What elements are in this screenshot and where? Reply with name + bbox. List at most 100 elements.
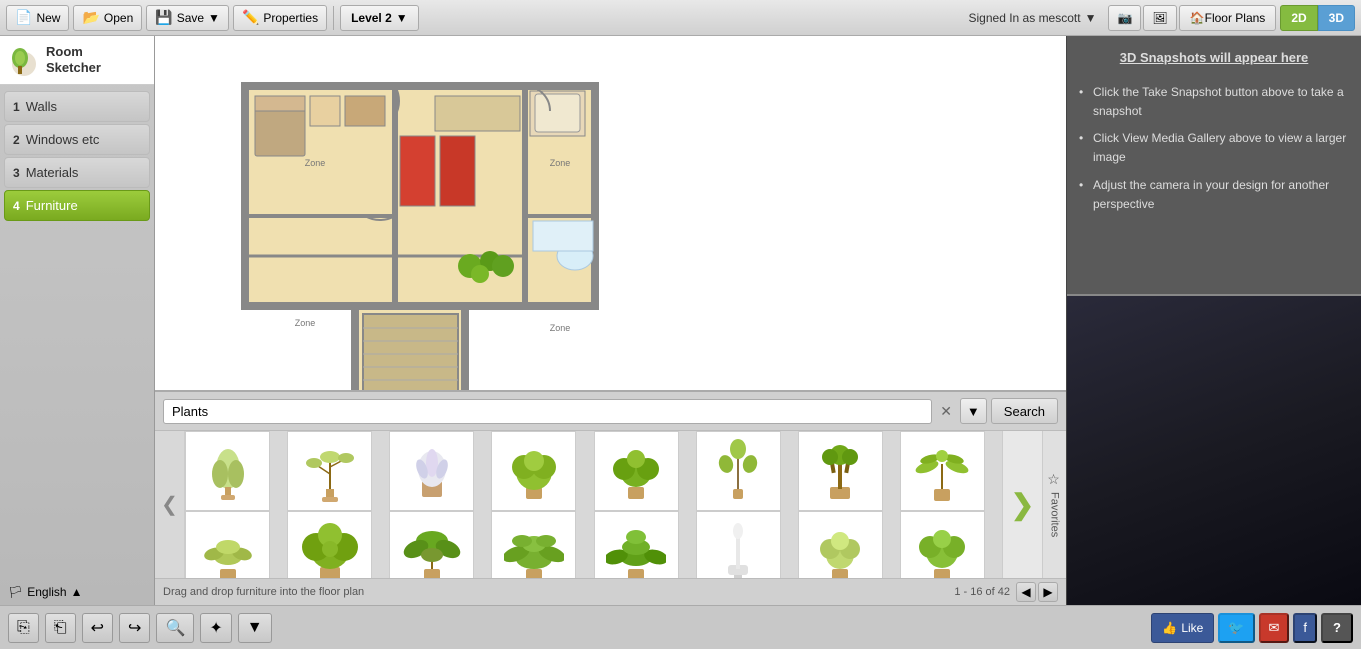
gallery-icon: 🖼: [1152, 11, 1167, 25]
plant-item-13[interactable]: [594, 511, 679, 578]
favorites-label: Favorites: [1049, 492, 1061, 537]
browser-footer: Drag and drop furniture into the floor p…: [155, 578, 1066, 605]
paste-button[interactable]: ⎗: [45, 613, 76, 643]
grid-button[interactable]: ✦: [200, 613, 231, 643]
view-2d-button[interactable]: 2D: [1280, 5, 1317, 31]
search-btn-label: Search: [1004, 404, 1045, 419]
plant-item-1[interactable]: [185, 431, 270, 511]
furniture-browser: ✕ ▼ Search ❮: [155, 390, 1066, 605]
redo-button[interactable]: ↪: [119, 613, 150, 643]
help-button[interactable]: ?: [1321, 613, 1353, 643]
signed-in-area: Signed In as mescott ▼: [969, 11, 1097, 25]
plant-item-11[interactable]: [389, 511, 474, 578]
plant-item-4[interactable]: [491, 431, 576, 511]
more-button[interactable]: ▼: [238, 613, 272, 643]
view-3d-button[interactable]: 3D: [1318, 5, 1355, 31]
main-content: Room Sketcher 1 Walls 2 Windows etc 3 Ma…: [0, 36, 1361, 605]
thumbsup-icon: 👍: [1162, 621, 1177, 635]
plant-item-3[interactable]: [389, 431, 474, 511]
snapshot-instructions: Click the Take Snapshot button above to …: [1079, 79, 1349, 218]
snapshot-instruction-1: Click the Take Snapshot button above to …: [1079, 79, 1349, 125]
canvas-area[interactable]: Zone Zone Zone Zone Zone Zone Zone: [155, 36, 1066, 605]
take-snapshot-button[interactable]: 📷: [1108, 5, 1141, 31]
snapshot-title: 3D Snapshots will appear here: [1079, 48, 1349, 69]
search-input[interactable]: [163, 399, 932, 424]
like-button[interactable]: 👍 Like: [1151, 613, 1214, 643]
sidebar-item-walls[interactable]: 1 Walls: [4, 91, 150, 122]
plant-item-8[interactable]: [900, 431, 985, 511]
plant-item-7[interactable]: [798, 431, 883, 511]
page-prev-button[interactable]: ◀: [1016, 582, 1036, 602]
email-button[interactable]: ✉: [1259, 613, 1290, 643]
scroll-right-panel[interactable]: ❯: [1002, 431, 1042, 578]
sidebar-item-furniture[interactable]: 4 Furniture: [4, 190, 150, 221]
undo-button[interactable]: ↩: [82, 613, 113, 643]
view-2d-label: 2D: [1291, 11, 1306, 25]
twitter-button[interactable]: 🐦: [1218, 613, 1254, 643]
media-gallery-button[interactable]: 🖼: [1143, 5, 1176, 31]
scroll-left-icon: ❮: [161, 492, 178, 517]
floor-plans-icon: 🏠: [1190, 11, 1205, 25]
open-button[interactable]: 📂 Open: [73, 5, 142, 31]
plant-item-10[interactable]: [287, 511, 372, 578]
sidebar-item-materials[interactable]: 3 Materials: [4, 157, 150, 188]
properties-icon: ✏️: [242, 9, 259, 26]
plant-item-6[interactable]: [696, 431, 781, 511]
camera-icon: 📷: [1117, 11, 1132, 25]
language-label: English: [27, 585, 66, 599]
open-label: Open: [104, 11, 133, 25]
properties-label: Properties: [263, 11, 318, 25]
signed-in-text: Signed In as mescott: [969, 11, 1081, 25]
svg-text:Zone: Zone: [550, 158, 571, 168]
plant-item-15[interactable]: [798, 511, 883, 578]
plant-item-5[interactable]: [594, 431, 679, 511]
star-icon: ☆: [1047, 472, 1063, 488]
logo-area: Room Sketcher: [0, 36, 154, 85]
language-selector[interactable]: 🏳 English ▲: [0, 579, 154, 605]
preview-room-image: [1067, 296, 1361, 605]
plant-item-16[interactable]: [900, 511, 985, 578]
new-button[interactable]: 📄 New: [6, 5, 69, 31]
facebook-icon: f: [1303, 620, 1307, 635]
scroll-left-panel[interactable]: ❮: [155, 431, 185, 578]
zoom-button[interactable]: 🔍: [156, 613, 194, 643]
sidebar: Room Sketcher 1 Walls 2 Windows etc 3 Ma…: [0, 36, 155, 605]
facebook-button[interactable]: f: [1293, 613, 1317, 643]
view-buttons: 📷 🖼 🏠 Floor Plans 2D 3D: [1108, 5, 1355, 31]
plant-item-2[interactable]: [287, 431, 372, 511]
plant-item-14[interactable]: [696, 511, 781, 578]
nav-num-1: 1: [13, 100, 20, 114]
browser-status: Drag and drop furniture into the floor p…: [163, 586, 364, 598]
new-label: New: [36, 11, 60, 25]
plant-item-12[interactable]: [491, 511, 576, 578]
level-selector[interactable]: Level 2 ▼: [340, 5, 419, 31]
search-button[interactable]: Search: [991, 398, 1058, 424]
svg-text:Zone: Zone: [295, 318, 316, 328]
open-icon: 📂: [82, 9, 99, 26]
floor-plans-button[interactable]: 🏠 Floor Plans: [1179, 5, 1277, 31]
bottom-bar: ⎘ ⎗ ↩ ↪ 🔍 ✦ ▼ 👍 Like 🐦 ✉ f ?: [0, 605, 1361, 649]
search-clear-button[interactable]: ✕: [936, 403, 956, 420]
floor-plan: Zone Zone Zone Zone Zone Zone Zone: [235, 56, 675, 436]
twitter-icon: 🐦: [1228, 620, 1244, 636]
svg-text:Zone: Zone: [550, 323, 571, 333]
save-button[interactable]: 💾 Save ▼: [146, 5, 229, 31]
page-next-button[interactable]: ▶: [1038, 582, 1058, 602]
search-dropdown-button[interactable]: ▼: [960, 398, 987, 424]
sidebar-item-windows[interactable]: 2 Windows etc: [4, 124, 150, 155]
logo-image: [8, 44, 40, 76]
view-3d-label: 3D: [1329, 11, 1344, 25]
properties-button[interactable]: ✏️ Properties: [233, 5, 327, 31]
favorites-tab[interactable]: ☆ Favorites: [1042, 431, 1066, 578]
new-icon: 📄: [15, 9, 32, 26]
snapshot-preview: [1067, 296, 1361, 605]
right-panel: 3D Snapshots will appear here Click the …: [1066, 36, 1361, 605]
signed-in-arrow: ▼: [1085, 11, 1097, 25]
like-label: Like: [1181, 621, 1203, 635]
nav-num-4: 4: [13, 199, 20, 213]
toolbar-separator: [333, 6, 334, 30]
plant-item-9[interactable]: [185, 511, 270, 578]
logo-line2: Sketcher: [46, 60, 101, 76]
copy-button[interactable]: ⎘: [8, 613, 39, 643]
snapshot-instruction-2: Click View Media Gallery above to view a…: [1079, 125, 1349, 171]
